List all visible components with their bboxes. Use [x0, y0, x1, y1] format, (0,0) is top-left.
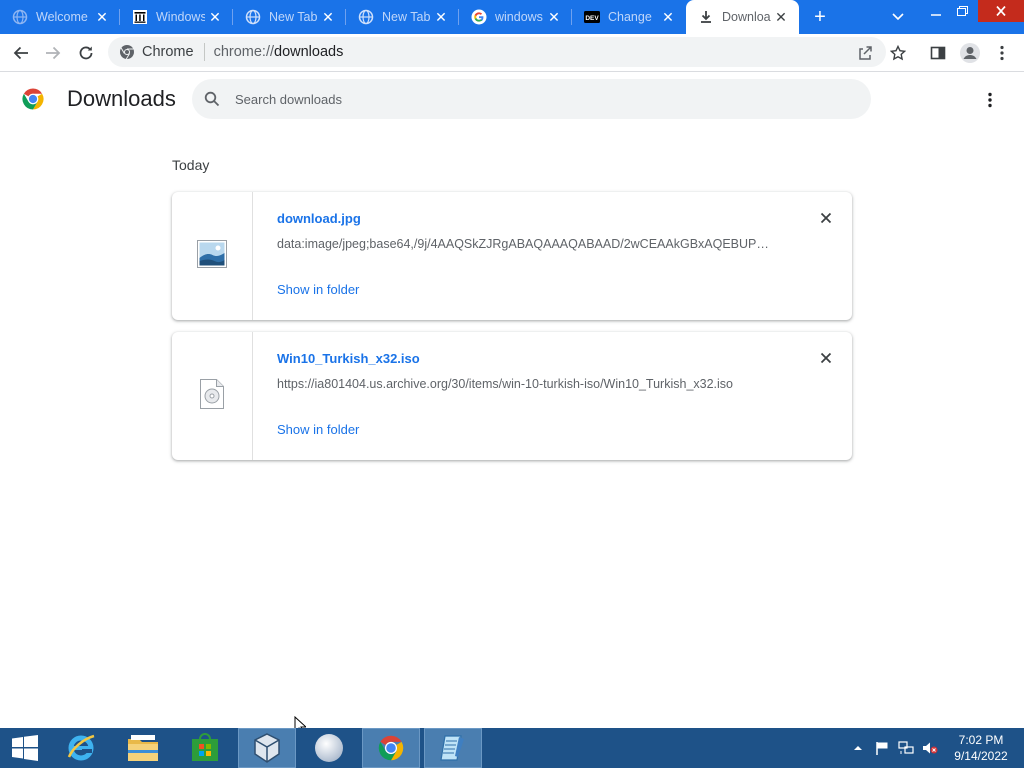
notepad-icon[interactable] — [424, 728, 482, 768]
tab-google-search[interactable]: windows ✕ — [459, 0, 572, 34]
file-explorer-icon[interactable] — [114, 728, 172, 768]
close-icon[interactable]: ✕ — [318, 7, 338, 27]
chrome-site-icon — [119, 44, 135, 60]
date-heading: Today — [172, 157, 210, 173]
tab-title: New Tab — [269, 10, 318, 24]
google-icon — [471, 9, 487, 25]
store-icon[interactable] — [176, 728, 234, 768]
tab-downloads[interactable]: Downloa ✕ — [686, 0, 799, 34]
show-hidden-icons-icon[interactable] — [850, 740, 866, 756]
more-actions-icon[interactable] — [978, 88, 1002, 112]
tab-title: Windows — [156, 10, 205, 24]
side-panel-icon[interactable] — [929, 44, 947, 62]
browser-menu-icon[interactable] — [993, 44, 1011, 62]
action-center-flag-icon[interactable] — [874, 740, 890, 756]
remove-from-list-button[interactable] — [816, 208, 836, 228]
download-source-url: data:image/jpeg;base64,/9j/4AAQSkZJRgABA… — [277, 237, 777, 251]
reload-button[interactable] — [72, 39, 100, 67]
bookmark-star-icon[interactable] — [889, 44, 907, 62]
download-source-url: https://ia801404.us.archive.org/30/items… — [277, 377, 733, 391]
download-item: Win10_Turkish_x32.iso https://ia801404.u… — [172, 332, 852, 460]
dev-icon: DEV — [584, 9, 600, 25]
profile-avatar-icon[interactable] — [958, 41, 982, 65]
address-bar[interactable]: Chrome chrome://downloads — [108, 37, 886, 67]
download-item: download.jpg data:image/jpeg;base64,/9j/… — [172, 192, 852, 320]
globe-icon — [12, 9, 28, 25]
download-file-link[interactable]: Win10_Turkish_x32.iso — [277, 351, 420, 366]
back-button[interactable] — [7, 39, 35, 67]
network-icon[interactable] — [898, 740, 914, 756]
archive-icon — [132, 9, 148, 25]
show-in-folder-link[interactable]: Show in folder — [277, 282, 359, 297]
clock-time: 7:02 PM — [958, 733, 1004, 747]
chrome-icon[interactable] — [362, 728, 420, 768]
forward-button[interactable] — [39, 39, 67, 67]
disc-icon[interactable] — [300, 728, 358, 768]
tab-new-tab-1[interactable]: New Tab ✕ — [233, 0, 346, 34]
close-icon[interactable]: ✕ — [658, 7, 678, 27]
download-file-link[interactable]: download.jpg — [277, 211, 361, 226]
browser-toolbar: Chrome chrome://downloads — [0, 34, 1024, 72]
close-icon[interactable]: ✕ — [431, 7, 451, 27]
close-icon[interactable]: ✕ — [92, 7, 112, 27]
download-icon — [698, 9, 714, 25]
clock-date: 9/14/2022 — [954, 749, 1008, 763]
tab-title: Welcome — [36, 10, 88, 24]
share-icon[interactable] — [856, 44, 874, 62]
tab-welcome[interactable]: Welcome ✕ — [0, 0, 120, 34]
tab-title: New Tab — [382, 10, 431, 24]
close-icon[interactable]: ✕ — [544, 7, 564, 27]
file-icon-column — [172, 192, 253, 320]
tab-strip: Welcome ✕ Windows ✕ New Tab ✕ New Tab ✕ … — [0, 0, 1024, 34]
downloads-header: Downloads — [0, 72, 1024, 128]
site-label: Chrome — [142, 44, 194, 60]
system-clock[interactable]: 7:02 PM 9/14/2022 — [946, 732, 1016, 764]
volume-muted-icon[interactable] — [922, 740, 938, 756]
close-icon[interactable]: ✕ — [205, 7, 225, 27]
image-file-icon — [197, 239, 227, 273]
search-icon — [204, 90, 222, 108]
minimize-button[interactable] — [922, 0, 950, 22]
tab-new-tab-2[interactable]: New Tab ✕ — [346, 0, 459, 34]
url-text: chrome://downloads — [213, 44, 344, 60]
tab-title: Change — [608, 10, 652, 24]
omnibox-divider — [203, 43, 205, 61]
disc-image-icon — [200, 378, 224, 414]
show-in-folder-link[interactable]: Show in folder — [277, 422, 359, 437]
page-title: Downloads — [67, 86, 176, 111]
tab-title: windows — [495, 10, 543, 24]
tab-windows-archive[interactable]: Windows ✕ — [120, 0, 233, 34]
chrome-logo-icon — [21, 87, 45, 111]
start-button[interactable] — [0, 728, 50, 768]
close-window-button[interactable] — [978, 0, 1024, 22]
search-downloads-box[interactable] — [192, 79, 871, 119]
tab-title: Downloa — [722, 10, 771, 24]
search-input[interactable] — [235, 91, 835, 107]
close-icon[interactable]: ✕ — [771, 7, 791, 27]
new-tab-button[interactable]: + — [808, 5, 832, 29]
file-icon-column — [172, 332, 253, 460]
internet-explorer-icon[interactable] — [52, 728, 110, 768]
svg-text:DEV: DEV — [585, 15, 599, 22]
globe-icon — [245, 9, 261, 25]
virtualbox-icon[interactable] — [238, 728, 296, 768]
maximize-button[interactable] — [948, 0, 976, 22]
globe-icon — [358, 9, 374, 25]
windows-taskbar: 7:02 PM 9/14/2022 — [0, 728, 1024, 768]
tab-search-chevron-icon[interactable] — [886, 6, 910, 28]
tab-dev-change[interactable]: DEV Change ✕ — [572, 0, 686, 34]
remove-from-list-button[interactable] — [816, 348, 836, 368]
